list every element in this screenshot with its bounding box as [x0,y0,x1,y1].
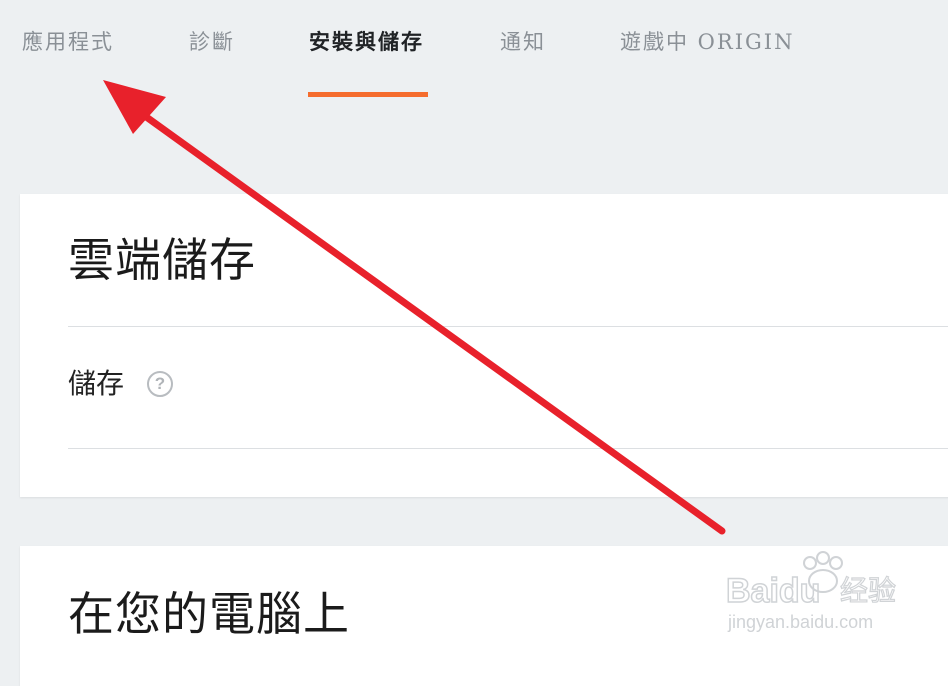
tab-notifications[interactable]: 通知 [500,28,546,56]
on-your-computer-card: 在您的電腦上 [20,546,948,686]
tab-installs-and-saves[interactable]: 安裝與儲存 [309,28,424,56]
cloud-storage-card: 雲端儲存 儲存 ? [20,194,948,497]
tab-diagnostics[interactable]: 診斷 [189,28,235,56]
storage-label: 儲存 [68,367,125,400]
on-your-computer-title: 在您的電腦上 [68,587,350,641]
tab-origin-in-game[interactable]: 遊戲中 ORIGIN [620,28,794,56]
tab-applications[interactable]: 應用程式 [22,28,114,56]
help-icon[interactable]: ? [147,371,173,397]
card-divider [68,448,948,449]
cloud-storage-title: 雲端儲存 [68,233,256,287]
card-divider [68,326,948,327]
active-tab-indicator [308,92,428,97]
settings-tab-bar: 應用程式 診斷 安裝與儲存 通知 遊戲中 ORIGIN [0,0,948,100]
